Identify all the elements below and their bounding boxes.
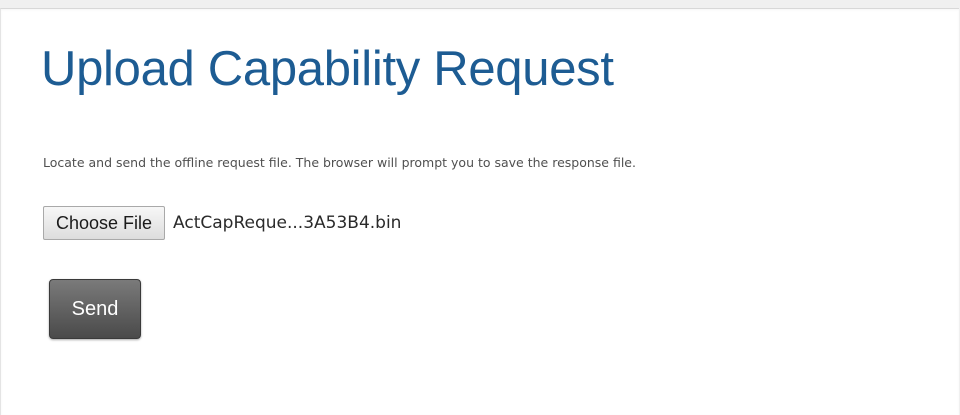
send-button[interactable]: Send (49, 279, 141, 339)
content-panel: Upload Capability Request Locate and sen… (0, 8, 959, 415)
page-title: Upload Capability Request (41, 42, 614, 96)
file-input: Choose File ActCapReque...3A53B4.bin (43, 205, 401, 241)
instructions-text: Locate and send the offline request file… (43, 155, 636, 170)
selected-file-name: ActCapReque...3A53B4.bin (173, 213, 402, 233)
choose-file-button[interactable]: Choose File (43, 206, 166, 240)
